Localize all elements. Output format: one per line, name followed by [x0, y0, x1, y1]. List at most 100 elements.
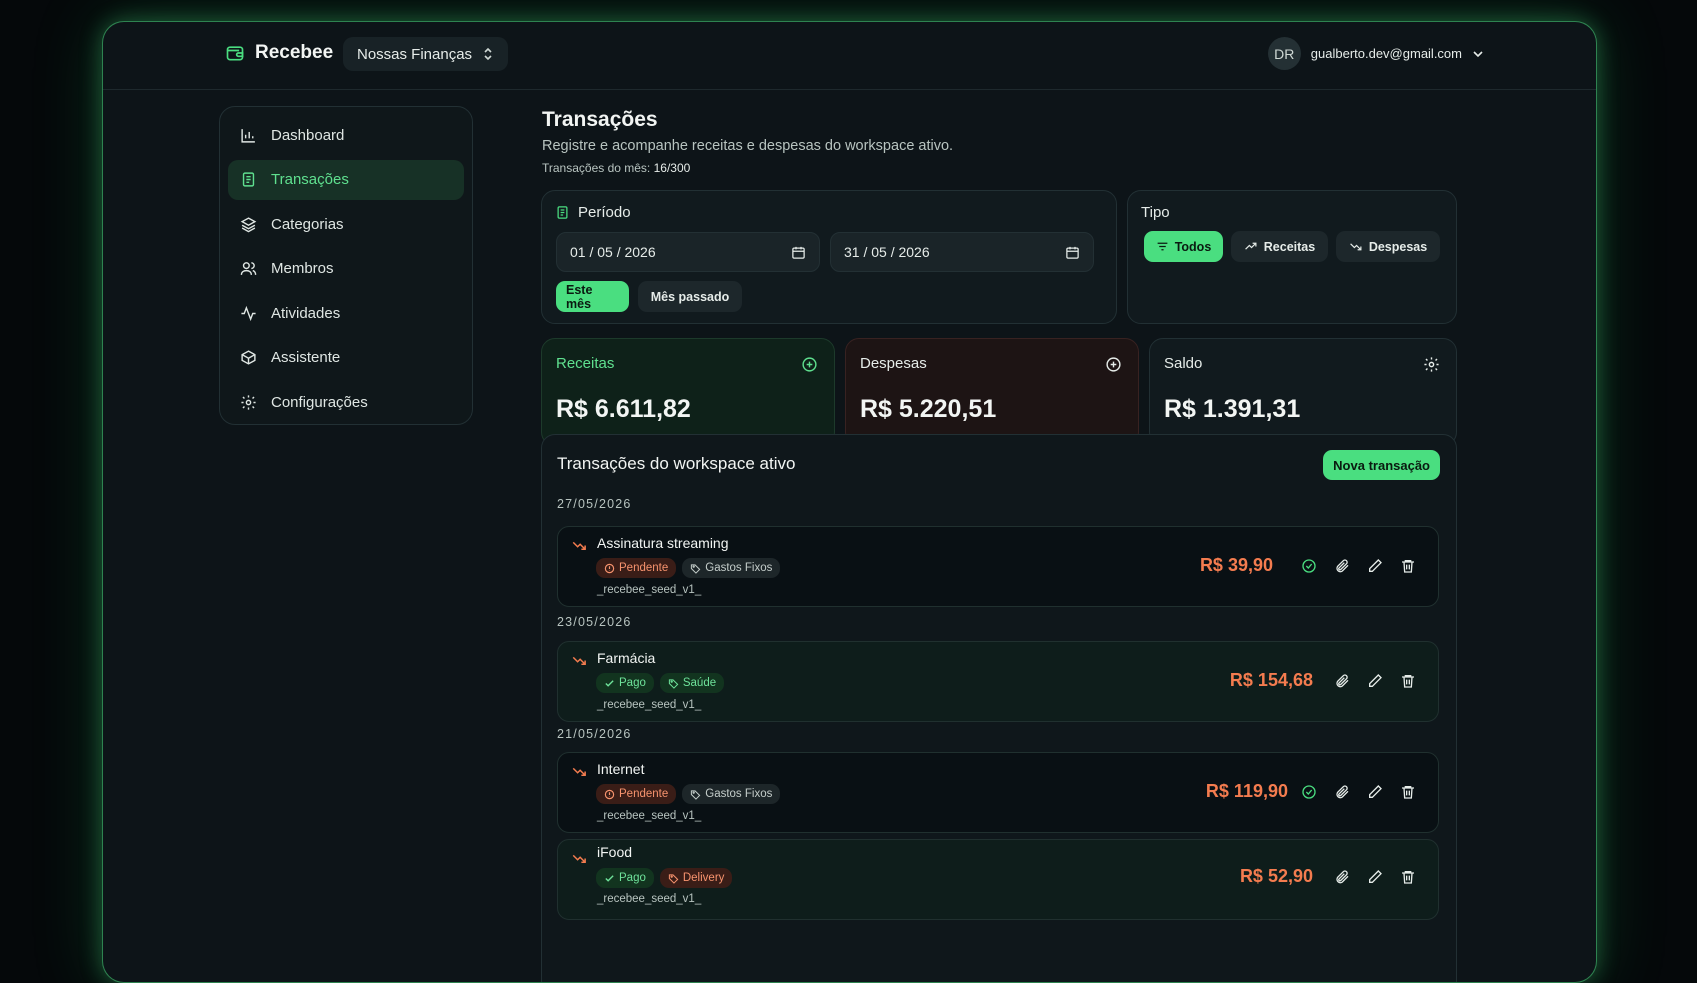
top-bar: Recebee Nossas Finanças DR gualberto.dev…	[103, 22, 1596, 90]
sidebar-item-categorias[interactable]: Categorias	[228, 204, 464, 244]
plus-circle-icon[interactable]	[801, 356, 818, 373]
chevron-down-icon	[1473, 50, 1483, 57]
transaction-row[interactable]: Farmácia Pago Saúde _recebee_seed_v1_ R$…	[557, 641, 1439, 722]
trash-icon[interactable]	[1400, 784, 1416, 800]
sidebar-item-label: Atividades	[271, 304, 341, 322]
avatar: DR	[1267, 37, 1301, 70]
sidebar-item-transacoes[interactable]: Transações	[228, 159, 464, 200]
calendar-icon[interactable]	[791, 245, 806, 260]
trash-icon[interactable]	[1400, 558, 1416, 574]
status-badge: Pendente	[596, 558, 677, 578]
trend-down-icon	[572, 767, 586, 776]
clock-alert-icon	[604, 563, 615, 573]
trend-up-icon	[1244, 242, 1257, 250]
sidebar-item-atividades[interactable]: Atividades	[228, 293, 464, 333]
type-expense-button[interactable]: Despesas	[1336, 231, 1440, 262]
paperclip-icon[interactable]	[1334, 784, 1350, 800]
new-transaction-button[interactable]: Nova transação	[1323, 450, 1440, 480]
transaction-name: Farmácia	[597, 650, 656, 666]
trash-icon[interactable]	[1400, 673, 1416, 689]
start-date-input[interactable]: 01 / 05 / 2026	[556, 232, 820, 272]
paperclip-icon[interactable]	[1334, 673, 1350, 689]
transaction-row[interactable]: Internet Pendente Gastos Fixos _recebee_…	[557, 752, 1439, 833]
date-group-label: 27/05/2026	[557, 497, 632, 511]
transaction-description: _recebee_seed_v1_	[597, 810, 702, 822]
pencil-icon[interactable]	[1367, 784, 1383, 800]
list-title: Transações do workspace ativo	[557, 454, 796, 473]
period-label: Período	[555, 204, 631, 221]
badges: Pago Delivery	[596, 868, 733, 888]
category-badge: Gastos Fixos	[682, 558, 781, 578]
transaction-amount: R$ 39,90	[1199, 555, 1273, 575]
app-window: Recebee Nossas Finanças DR gualberto.dev…	[102, 21, 1597, 983]
user-menu[interactable]: DR gualberto.dev@gmail.com	[1267, 37, 1484, 70]
transaction-description: _recebee_seed_v1_	[597, 584, 702, 596]
trend-down-icon	[572, 541, 586, 550]
paperclip-icon[interactable]	[1334, 869, 1350, 885]
transaction-description: _recebee_seed_v1_	[597, 893, 702, 905]
income-card: Receitas R$ 6.611,82	[541, 338, 835, 446]
badges: Pago Saúde	[596, 673, 725, 693]
brand[interactable]: Recebee	[225, 42, 333, 64]
this-month-button[interactable]: Este mês	[556, 281, 629, 312]
status-badge: Pago	[596, 868, 654, 888]
sidebar-item-configuracoes[interactable]: Configurações	[228, 382, 464, 422]
pencil-icon[interactable]	[1367, 673, 1383, 689]
type-filter-card: Tipo Todos Receitas Despesas	[1127, 190, 1457, 324]
type-income-button[interactable]: Receitas	[1231, 231, 1328, 262]
status-badge: Pago	[596, 673, 654, 693]
receipt-icon	[242, 172, 255, 187]
calendar-icon[interactable]	[1065, 245, 1080, 260]
badges: Pendente Gastos Fixos	[596, 558, 781, 578]
page-title: Transações	[542, 108, 658, 131]
pencil-icon[interactable]	[1367, 558, 1383, 574]
check-circle-icon[interactable]	[1301, 784, 1317, 800]
check-icon	[605, 874, 614, 882]
sidebar-item-label: Membros	[271, 260, 334, 277]
balance-card: Saldo R$ 1.391,31	[1149, 338, 1457, 446]
expense-label: Despesas	[860, 355, 927, 372]
trash-icon[interactable]	[1400, 869, 1416, 885]
sidebar-item-membros[interactable]: Membros	[228, 249, 464, 289]
sidebar-item-label: Dashboard	[271, 126, 345, 144]
transactions-list-card: Transações do workspace ativo Nova trans…	[541, 434, 1457, 982]
date-group-label: 21/05/2026	[557, 727, 632, 741]
tag-icon	[691, 789, 701, 800]
check-circle-icon[interactable]	[1301, 558, 1317, 574]
status-badge: Pendente	[596, 784, 677, 804]
expense-value: R$ 5.220,51	[860, 395, 997, 423]
tag-icon	[668, 873, 679, 884]
transaction-row[interactable]: iFood Pago Delivery _recebee_seed_v1_ R$…	[557, 839, 1439, 920]
income-value: R$ 6.611,82	[556, 395, 691, 423]
bar-chart-icon	[241, 128, 255, 143]
type-all-button[interactable]: Todos	[1144, 231, 1223, 262]
last-month-button[interactable]: Mês passado	[638, 281, 742, 312]
sidebar-item-label: Configurações	[271, 393, 368, 411]
pencil-icon[interactable]	[1367, 869, 1383, 885]
clock-alert-icon	[604, 789, 615, 799]
check-icon	[605, 679, 614, 687]
end-date-input[interactable]: 31 / 05 / 2026	[830, 232, 1094, 272]
plus-circle-icon[interactable]	[1105, 356, 1122, 373]
paperclip-icon[interactable]	[1334, 558, 1350, 574]
transaction-amount: R$ 52,90	[1239, 866, 1313, 886]
workspace-switcher[interactable]: Nossas Finanças	[343, 37, 509, 71]
trend-down-icon	[572, 656, 586, 665]
row-actions	[1334, 673, 1416, 689]
sidebar: Dashboard Transações Categorias Membros …	[219, 106, 473, 425]
sidebar-item-dashboard[interactable]: Dashboard	[228, 115, 464, 155]
badges: Pendente Gastos Fixos	[596, 784, 781, 804]
users-icon	[240, 262, 257, 275]
income-label: Receitas	[556, 355, 615, 372]
sidebar-item-label: Categorias	[271, 215, 344, 233]
transaction-row[interactable]: Assinatura streaming Pendente Gastos Fix…	[557, 526, 1439, 607]
gear-icon[interactable]	[1423, 356, 1440, 373]
filter-lines-icon	[1157, 242, 1168, 251]
transaction-name: Assinatura streaming	[597, 535, 729, 551]
balance-label: Saldo	[1164, 355, 1203, 372]
trend-down-icon	[572, 854, 586, 863]
user-email: gualberto.dev@gmail.com	[1310, 46, 1462, 61]
sidebar-item-assistente[interactable]: Assistente	[228, 338, 464, 378]
period-filter-card: Período 01 / 05 / 2026 31 / 05 / 2026 Es…	[541, 190, 1117, 324]
tag-icon	[691, 563, 701, 574]
